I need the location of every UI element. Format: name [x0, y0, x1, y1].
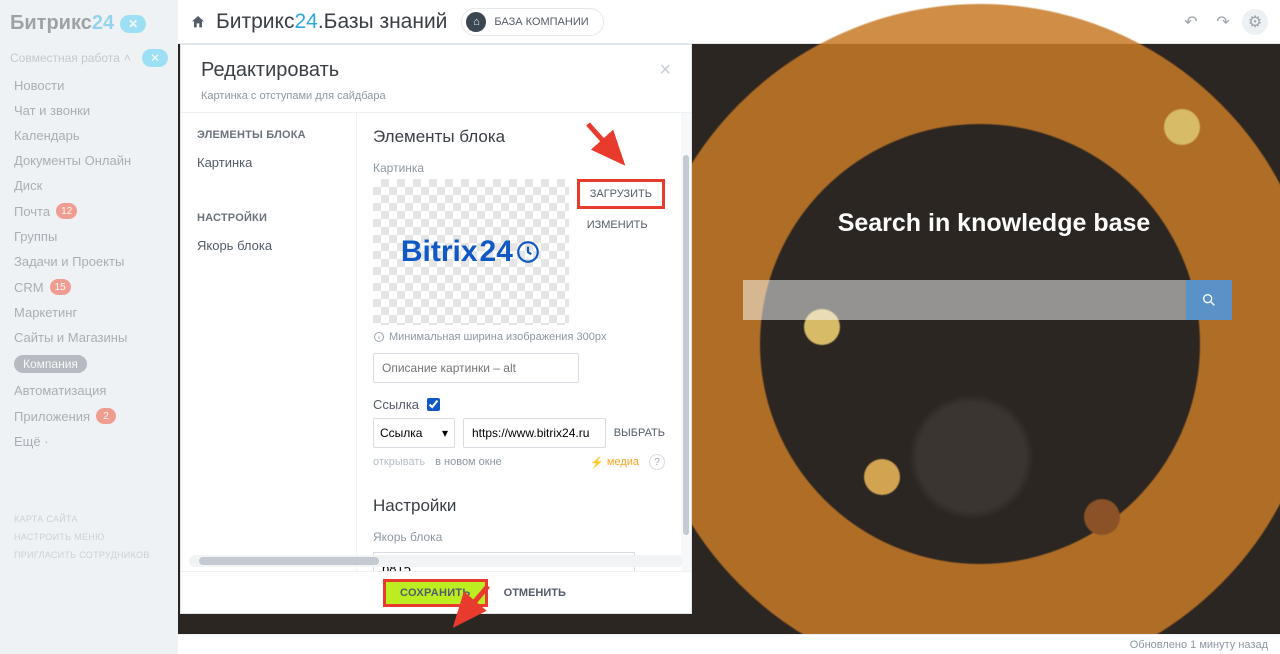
chevron-up-icon: ˄: [124, 51, 131, 65]
sidebar-item-label: Сайты и Магазины: [14, 330, 127, 345]
sidebar-item-13[interactable]: Приложения 2: [0, 403, 178, 429]
upload-button[interactable]: ЗАГРУЗИТЬ: [577, 179, 665, 209]
sidebar-item-label: Диск: [14, 178, 42, 193]
sidebar-item-0[interactable]: Новости: [0, 73, 178, 98]
sidebar-item-label: Чат и звонки: [14, 103, 90, 118]
sidebar-item-label: CRM: [14, 280, 44, 295]
logo-text-2: 24: [92, 12, 114, 35]
gear-icon[interactable]: ⚙: [1242, 9, 1268, 35]
status-bar: Обновлено 1 минуту назад: [178, 634, 1280, 654]
sidebar-item-label: Почта: [14, 204, 50, 219]
sidebar-item-9[interactable]: Маркетинг: [0, 300, 178, 325]
sidebar-item-label: Компания: [14, 355, 87, 373]
footer-link-menu[interactable]: НАСТРОИТЬ МЕНЮ: [10, 528, 168, 546]
search-button[interactable]: [1186, 280, 1232, 320]
sidebar-footer: КАРТА САЙТА НАСТРОИТЬ МЕНЮ ПРИГЛАСИТЬ СО…: [0, 510, 178, 564]
close-pill-icon[interactable]: ✕: [120, 15, 146, 33]
search-icon: [1201, 292, 1217, 308]
badge: 15: [50, 279, 71, 295]
modal-footer: СОХРАНИТЬ ОТМЕНИТЬ: [181, 571, 691, 613]
kb-chip-avatar-icon: ⌂: [466, 12, 486, 32]
link-checkbox[interactable]: [427, 398, 440, 411]
image-preview[interactable]: Bitrix24: [373, 179, 569, 325]
badge: 2: [96, 408, 116, 424]
modal-subtitle: Картинка с отступами для сайдбара: [181, 90, 691, 112]
sidebar-item-label: Группы: [14, 229, 57, 244]
alt-input[interactable]: [373, 353, 579, 383]
save-button[interactable]: СОХРАНИТЬ: [383, 579, 488, 607]
link-pick-button[interactable]: ВЫБРАТЬ: [614, 427, 665, 439]
modal-title: Редактировать: [201, 59, 339, 82]
modal-nav-sec2: НАСТРОЙКИ: [197, 212, 340, 224]
modal-left-nav: ЭЛЕМЕНТЫ БЛОКА Картинка НАСТРОЙКИ Якорь …: [181, 113, 357, 571]
link-label: Ссылка: [373, 397, 419, 412]
sidebar-item-4[interactable]: Диск: [0, 173, 178, 198]
brand-logo: Bitrix24: [401, 235, 541, 269]
sidebar-item-6[interactable]: Группы: [0, 224, 178, 249]
modal-nav-sec1: ЭЛЕМЕНТЫ БЛОКА: [197, 129, 340, 141]
open-right[interactable]: в новом окне: [435, 456, 502, 468]
footer-link-invite[interactable]: ПРИГЛАСИТЬ СОТРУДНИКОВ: [10, 546, 168, 564]
link-type-select[interactable]: Ссылка ▾: [373, 418, 455, 448]
info-icon: [373, 331, 385, 343]
section-heading-elements: Элементы блока: [373, 127, 665, 147]
sidebar-item-label: Календарь: [14, 128, 80, 143]
close-pill-icon[interactable]: ✕: [142, 49, 168, 67]
search-bar[interactable]: [743, 280, 1232, 320]
sidebar-item-label: Ещё ·: [14, 434, 49, 449]
sidebar-section-title[interactable]: Совместная работа ˄ ✕: [0, 43, 178, 73]
sidebar-item-label: Маркетинг: [14, 305, 77, 320]
anchor-label: Якорь блока: [373, 530, 665, 544]
modal-right-panel: Элементы блока Картинка Bitrix24 ЗАГРУЗИ…: [357, 113, 691, 571]
left-sidebar: Битрикс 24 ✕ Совместная работа ˄ ✕ Новос…: [0, 0, 178, 654]
sidebar-item-3[interactable]: Документы Онлайн: [0, 148, 178, 173]
sidebar-item-14[interactable]: Ещё ·: [0, 429, 178, 454]
vertical-scrollbar[interactable]: [681, 113, 691, 571]
section-heading-settings: Настройки: [373, 496, 665, 516]
undo-icon[interactable]: ↶: [1178, 9, 1204, 35]
sidebar-item-11[interactable]: Компания: [0, 350, 178, 378]
sidebar-item-label: Новости: [14, 78, 64, 93]
logo-text-1: Битрикс: [10, 12, 92, 35]
home-icon[interactable]: [190, 14, 206, 30]
status-text: Обновлено 1 минуту назад: [1130, 639, 1268, 651]
sidebar-item-label: Автоматизация: [14, 383, 106, 398]
chevron-down-icon: ▾: [442, 426, 448, 440]
sidebar-item-label: Документы Онлайн: [14, 153, 131, 168]
badge: 12: [56, 203, 77, 219]
edit-modal: Редактировать × Картинка с отступами для…: [180, 44, 692, 614]
kb-chip[interactable]: ⌂ БАЗА КОМПАНИИ: [461, 8, 603, 36]
sidebar-item-7[interactable]: Задачи и Проекты: [0, 249, 178, 274]
sidebar-item-label: Приложения: [14, 409, 90, 424]
edit-image-button[interactable]: ИЗМЕНИТЬ: [577, 213, 665, 237]
redo-icon[interactable]: ↷: [1210, 9, 1236, 35]
image-label: Картинка: [373, 161, 665, 175]
open-left: открывать: [373, 456, 425, 468]
footer-link-sitemap[interactable]: КАРТА САЙТА: [10, 510, 168, 528]
sidebar-item-5[interactable]: Почта 12: [0, 198, 178, 224]
sidebar-section-label: Совместная работа: [10, 51, 120, 65]
sidebar-item-label: Задачи и Проекты: [14, 254, 124, 269]
clock-icon: [515, 239, 541, 265]
horizontal-scrollbar[interactable]: [189, 555, 683, 567]
sidebar-item-10[interactable]: Сайты и Магазины: [0, 325, 178, 350]
link-url-input[interactable]: [463, 418, 606, 448]
page-title: Битрикс24.Базы знаний: [216, 10, 447, 34]
close-icon[interactable]: ×: [659, 59, 671, 82]
sidebar-item-2[interactable]: Календарь: [0, 123, 178, 148]
help-icon[interactable]: ?: [649, 454, 665, 470]
modal-nav-item-image[interactable]: Картинка: [197, 151, 340, 186]
search-title: Search in knowledge base: [758, 209, 1230, 238]
sidebar-item-12[interactable]: Автоматизация: [0, 378, 178, 403]
sidebar-item-8[interactable]: CRM 15: [0, 274, 178, 300]
kb-chip-label: БАЗА КОМПАНИИ: [494, 16, 588, 28]
image-hint: Минимальная ширина изображения 300px: [373, 331, 665, 343]
cancel-button[interactable]: ОТМЕНИТЬ: [498, 579, 572, 607]
media-link[interactable]: ⚡медиа: [590, 456, 639, 469]
modal-nav-item-anchor[interactable]: Якорь блока: [197, 234, 340, 269]
sidebar-item-1[interactable]: Чат и звонки: [0, 98, 178, 123]
logo: Битрикс 24 ✕: [0, 8, 178, 43]
hero-ring-decoration: [640, 4, 1280, 654]
